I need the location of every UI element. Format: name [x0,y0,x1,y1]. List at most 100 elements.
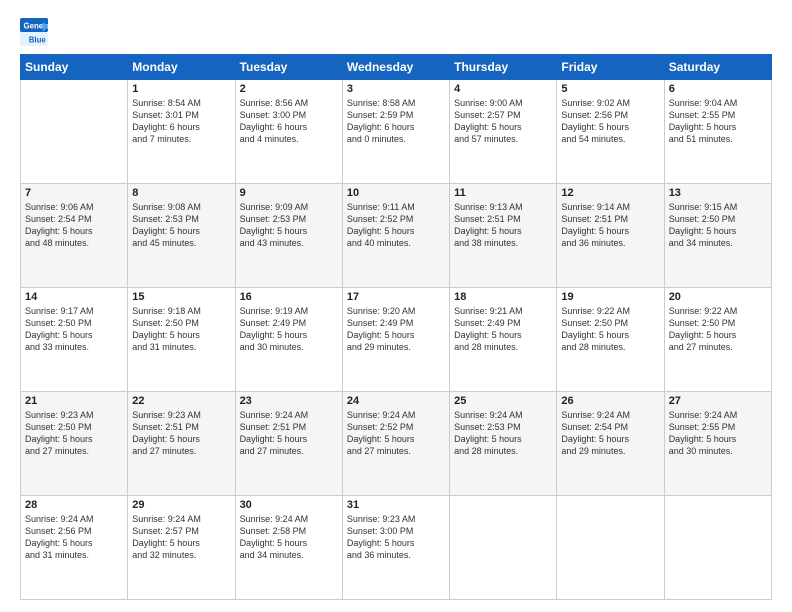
calendar-cell [664,496,771,600]
day-info: Sunrise: 8:56 AMSunset: 3:00 PMDaylight:… [240,97,338,146]
day-number: 31 [347,499,445,511]
calendar-cell [557,496,664,600]
day-number: 4 [454,83,552,95]
week-row-3: 21 Sunrise: 9:23 AMSunset: 2:50 PMDayligh… [21,392,772,496]
day-info: Sunrise: 9:24 AMSunset: 2:55 PMDaylight:… [669,409,767,458]
calendar-cell: 19 Sunrise: 9:22 AMSunset: 2:50 PMDayligh… [557,288,664,392]
logo: General Blue [20,18,52,46]
day-number: 16 [240,291,338,303]
calendar-cell: 13 Sunrise: 9:15 AMSunset: 2:50 PMDayligh… [664,184,771,288]
calendar-cell: 4 Sunrise: 9:00 AMSunset: 2:57 PMDaylight… [450,80,557,184]
page: General Blue SundayMondayTuesdayWednesda… [0,0,792,612]
day-info: Sunrise: 9:24 AMSunset: 2:57 PMDaylight:… [132,513,230,562]
calendar-cell: 28 Sunrise: 9:24 AMSunset: 2:56 PMDayligh… [21,496,128,600]
day-header-wednesday: Wednesday [342,55,449,80]
calendar-cell: 29 Sunrise: 9:24 AMSunset: 2:57 PMDayligh… [128,496,235,600]
day-number: 1 [132,83,230,95]
calendar-cell: 16Sunrise: 9:19 AMSunset: 2:49 PMDayligh… [235,288,342,392]
day-info: Sunrise: 9:18 AMSunset: 2:50 PMDaylight:… [132,305,230,354]
day-number: 14 [25,291,123,303]
calendar-cell: 31 Sunrise: 9:23 AMSunset: 3:00 PMDayligh… [342,496,449,600]
calendar-cell [21,80,128,184]
day-number: 26 [561,395,659,407]
calendar-cell: 11 Sunrise: 9:13 AMSunset: 2:51 PMDayligh… [450,184,557,288]
calendar-cell: 24Sunrise: 9:24 AMSunset: 2:52 PMDayligh… [342,392,449,496]
day-info: Sunrise: 9:22 AMSunset: 2:50 PMDaylight:… [561,305,659,354]
day-number: 19 [561,291,659,303]
day-number: 10 [347,187,445,199]
day-info: Sunrise: 9:23 AMSunset: 2:51 PMDaylight:… [132,409,230,458]
week-row-0: 1 Sunrise: 8:54 AMSunset: 3:01 PMDaylight… [21,80,772,184]
calendar-cell: 17Sunrise: 9:20 AMSunset: 2:49 PMDayligh… [342,288,449,392]
calendar-cell: 23 Sunrise: 9:24 AMSunset: 2:51 PMDayligh… [235,392,342,496]
calendar-cell: 30Sunrise: 9:24 AMSunset: 2:58 PMDayligh… [235,496,342,600]
day-info: Sunrise: 9:02 AMSunset: 2:56 PMDaylight:… [561,97,659,146]
day-info: Sunrise: 9:06 AMSunset: 2:54 PMDaylight:… [25,201,123,250]
day-number: 11 [454,187,552,199]
day-number: 3 [347,83,445,95]
calendar-cell: 21 Sunrise: 9:23 AMSunset: 2:50 PMDayligh… [21,392,128,496]
day-info: Sunrise: 8:54 AMSunset: 3:01 PMDaylight:… [132,97,230,146]
calendar-cell: 25 Sunrise: 9:24 AMSunset: 2:53 PMDayligh… [450,392,557,496]
day-number: 21 [25,395,123,407]
day-number: 2 [240,83,338,95]
day-info: Sunrise: 9:24 AMSunset: 2:54 PMDaylight:… [561,409,659,458]
day-number: 6 [669,83,767,95]
day-number: 12 [561,187,659,199]
day-info: Sunrise: 9:20 AMSunset: 2:49 PMDaylight:… [347,305,445,354]
day-info: Sunrise: 8:58 AMSunset: 2:59 PMDaylight:… [347,97,445,146]
day-info: Sunrise: 9:23 AMSunset: 2:50 PMDaylight:… [25,409,123,458]
calendar-cell: 10 Sunrise: 9:11 AMSunset: 2:52 PMDayligh… [342,184,449,288]
day-number: 18 [454,291,552,303]
calendar-header-row: SundayMondayTuesdayWednesdayThursdayFrid… [21,55,772,80]
day-info: Sunrise: 9:13 AMSunset: 2:51 PMDaylight:… [454,201,552,250]
svg-text:Blue: Blue [29,36,47,45]
day-info: Sunrise: 9:04 AMSunset: 2:55 PMDaylight:… [669,97,767,146]
day-number: 15 [132,291,230,303]
day-number: 24 [347,395,445,407]
calendar-cell: 22 Sunrise: 9:23 AMSunset: 2:51 PMDayligh… [128,392,235,496]
day-info: Sunrise: 9:00 AMSunset: 2:57 PMDaylight:… [454,97,552,146]
day-header-monday: Monday [128,55,235,80]
day-info: Sunrise: 9:14 AMSunset: 2:51 PMDaylight:… [561,201,659,250]
calendar-cell: 2 Sunrise: 8:56 AMSunset: 3:00 PMDaylight… [235,80,342,184]
day-header-saturday: Saturday [664,55,771,80]
calendar-cell [450,496,557,600]
day-info: Sunrise: 9:23 AMSunset: 3:00 PMDaylight:… [347,513,445,562]
day-info: Sunrise: 9:22 AMSunset: 2:50 PMDaylight:… [669,305,767,354]
day-info: Sunrise: 9:11 AMSunset: 2:52 PMDaylight:… [347,201,445,250]
calendar-cell: 6 Sunrise: 9:04 AMSunset: 2:55 PMDaylight… [664,80,771,184]
day-info: Sunrise: 9:24 AMSunset: 2:51 PMDaylight:… [240,409,338,458]
calendar-cell: 12 Sunrise: 9:14 AMSunset: 2:51 PMDayligh… [557,184,664,288]
calendar-cell: 8Sunrise: 9:08 AMSunset: 2:53 PMDaylight… [128,184,235,288]
calendar-cell: 9Sunrise: 9:09 AMSunset: 2:53 PMDaylight… [235,184,342,288]
day-header-sunday: Sunday [21,55,128,80]
calendar-cell: 15 Sunrise: 9:18 AMSunset: 2:50 PMDayligh… [128,288,235,392]
calendar-cell: 3 Sunrise: 8:58 AMSunset: 2:59 PMDaylight… [342,80,449,184]
calendar-cell: 26 Sunrise: 9:24 AMSunset: 2:54 PMDayligh… [557,392,664,496]
day-header-tuesday: Tuesday [235,55,342,80]
day-number: 25 [454,395,552,407]
calendar-cell: 5Sunrise: 9:02 AMSunset: 2:56 PMDaylight… [557,80,664,184]
day-number: 28 [25,499,123,511]
day-info: Sunrise: 9:08 AMSunset: 2:53 PMDaylight:… [132,201,230,250]
day-info: Sunrise: 9:24 AMSunset: 2:56 PMDaylight:… [25,513,123,562]
calendar-table: SundayMondayTuesdayWednesdayThursdayFrid… [20,54,772,600]
day-info: Sunrise: 9:21 AMSunset: 2:49 PMDaylight:… [454,305,552,354]
day-info: Sunrise: 9:24 AMSunset: 2:53 PMDaylight:… [454,409,552,458]
day-info: Sunrise: 9:15 AMSunset: 2:50 PMDaylight:… [669,201,767,250]
week-row-1: 7Sunrise: 9:06 AMSunset: 2:54 PMDaylight… [21,184,772,288]
day-info: Sunrise: 9:17 AMSunset: 2:50 PMDaylight:… [25,305,123,354]
day-header-thursday: Thursday [450,55,557,80]
calendar-cell: 14 Sunrise: 9:17 AMSunset: 2:50 PMDayligh… [21,288,128,392]
logo-icon: General Blue [20,18,48,46]
week-row-2: 14 Sunrise: 9:17 AMSunset: 2:50 PMDayligh… [21,288,772,392]
calendar-cell: 7Sunrise: 9:06 AMSunset: 2:54 PMDaylight… [21,184,128,288]
day-number: 13 [669,187,767,199]
calendar-cell: 1 Sunrise: 8:54 AMSunset: 3:01 PMDaylight… [128,80,235,184]
day-number: 23 [240,395,338,407]
day-number: 29 [132,499,230,511]
day-info: Sunrise: 9:09 AMSunset: 2:53 PMDaylight:… [240,201,338,250]
week-row-4: 28 Sunrise: 9:24 AMSunset: 2:56 PMDayligh… [21,496,772,600]
day-number: 22 [132,395,230,407]
